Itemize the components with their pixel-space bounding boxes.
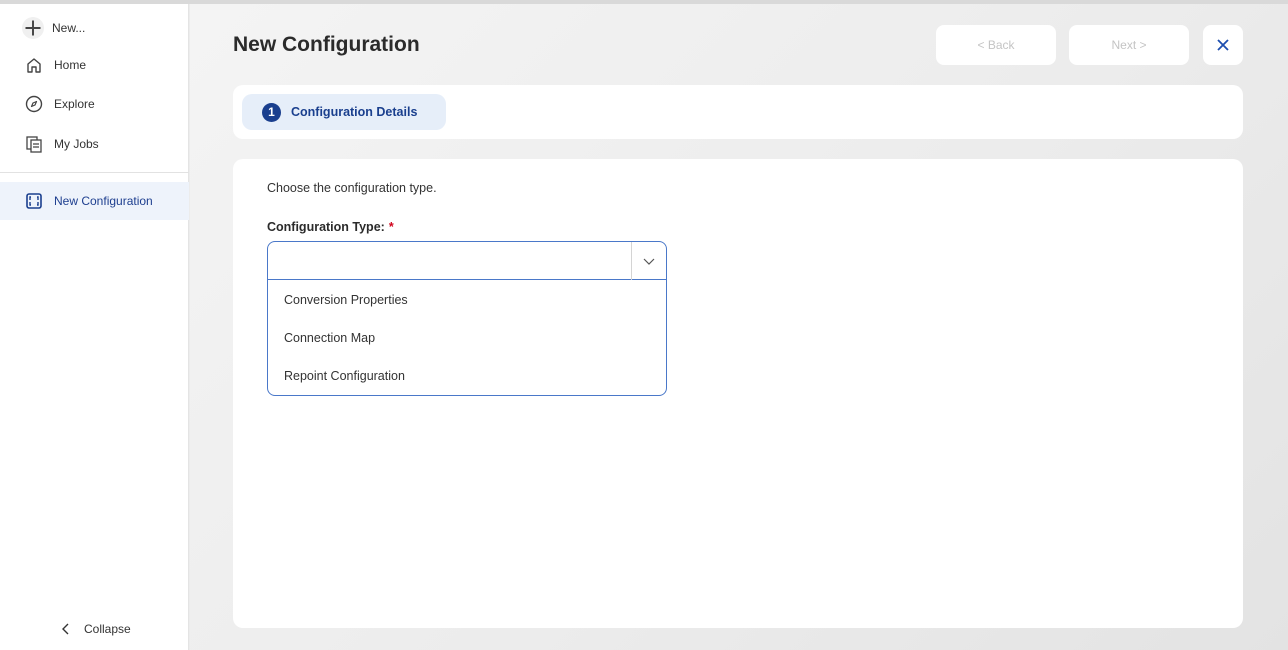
back-button[interactable]: < Back bbox=[936, 25, 1056, 65]
new-label: New... bbox=[52, 21, 86, 35]
chevron-left-icon bbox=[62, 623, 69, 635]
jobs-icon bbox=[25, 135, 43, 153]
next-button[interactable]: Next > bbox=[1069, 25, 1189, 65]
configuration-type-select[interactable] bbox=[268, 242, 666, 280]
new-button[interactable]: New... bbox=[0, 14, 189, 42]
sidebar-divider bbox=[0, 172, 189, 173]
sidebar-item-new-configuration[interactable]: New Configuration bbox=[0, 182, 189, 220]
configuration-type-dropdown: Conversion Properties Connection Map Rep… bbox=[267, 241, 667, 396]
step-label: Configuration Details bbox=[291, 105, 418, 119]
collapse-button[interactable]: Collapse bbox=[60, 622, 131, 636]
field-label-text: Configuration Type: bbox=[267, 220, 385, 234]
option-connection-map[interactable]: Connection Map bbox=[268, 319, 666, 357]
form-card: Choose the configuration type. Configura… bbox=[233, 159, 1243, 628]
option-conversion-properties[interactable]: Conversion Properties bbox=[268, 281, 666, 319]
step-number: 1 bbox=[262, 102, 281, 122]
sidebar-item-label: Home bbox=[54, 58, 87, 72]
page-title: New Configuration bbox=[233, 33, 420, 56]
sidebar: New... Home Explore My Jobs New Configur… bbox=[0, 4, 189, 650]
sidebar-item-label: My Jobs bbox=[54, 137, 99, 151]
sidebar-item-home[interactable]: Home bbox=[0, 47, 189, 83]
configuration-icon bbox=[25, 192, 43, 210]
home-icon bbox=[25, 56, 43, 74]
compass-icon bbox=[25, 95, 43, 113]
sidebar-item-explore[interactable]: Explore bbox=[0, 86, 189, 122]
instruction-text: Choose the configuration type. bbox=[267, 181, 437, 195]
close-button[interactable] bbox=[1203, 25, 1243, 65]
configuration-type-label: Configuration Type: * bbox=[267, 220, 394, 234]
collapse-label: Collapse bbox=[84, 622, 131, 636]
chevron-down-icon bbox=[643, 258, 655, 265]
sidebar-item-label: New Configuration bbox=[54, 194, 153, 208]
sidebar-item-my-jobs[interactable]: My Jobs bbox=[0, 126, 189, 162]
option-repoint-configuration[interactable]: Repoint Configuration bbox=[268, 357, 666, 395]
configuration-type-input[interactable] bbox=[268, 242, 630, 280]
plus-icon bbox=[22, 17, 44, 39]
steps-bar: 1 Configuration Details bbox=[233, 85, 1243, 139]
step-configuration-details[interactable]: 1 Configuration Details bbox=[242, 94, 446, 130]
dropdown-toggle[interactable] bbox=[631, 242, 666, 280]
close-icon bbox=[1217, 39, 1229, 51]
sidebar-item-label: Explore bbox=[54, 97, 95, 111]
required-mark: * bbox=[388, 220, 394, 234]
